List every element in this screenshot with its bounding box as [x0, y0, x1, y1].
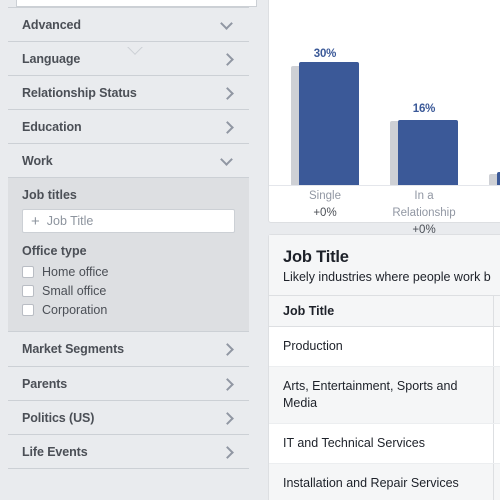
- job-titles-label: Job titles: [22, 188, 77, 202]
- chart-axis-line: [269, 185, 500, 186]
- bar-group-single[interactable]: 30%: [291, 8, 359, 186]
- cell-job-title: Installation and Repair Services: [283, 476, 459, 490]
- job-title-card-subtitle: Likely industries where people work base…: [283, 270, 491, 284]
- checkbox-label: Small office: [42, 283, 107, 298]
- column-header-job-title: Job Title: [283, 304, 335, 318]
- checkbox-label: Corporation: [42, 302, 108, 317]
- column-divider: [493, 296, 494, 326]
- checkbox-corporation[interactable]: [22, 303, 34, 316]
- sidebar-item-label: Relationship Status: [22, 85, 137, 100]
- work-filter-panel: Job titles + Job Title Office type Home …: [8, 177, 249, 332]
- bar-value-label-in-a-relationship: 16%: [412, 103, 436, 115]
- job-title-card-header: Job Title Likely industries where people…: [269, 235, 500, 296]
- table-row[interactable]: Arts, Entertainment, Sports and Media: [269, 367, 500, 424]
- sidebar-item-work[interactable]: Work: [8, 143, 249, 177]
- job-title-input-placeholder: Job Title: [46, 214, 94, 228]
- sidebar-item-relationship-status[interactable]: Relationship Status: [8, 75, 249, 109]
- sidebar-item-label: Work: [22, 153, 53, 168]
- bar-chart: 30% 16%: [269, 8, 500, 186]
- sidebar-item-label: Life Events: [22, 444, 88, 459]
- chevron-right-icon: [221, 342, 235, 356]
- insights-content-column: 30% 16% Single +0% In a Relationship +0%…: [265, 0, 500, 500]
- cell-job-title: IT and Technical Services: [283, 436, 425, 450]
- sidebar-item-parents[interactable]: Parents: [8, 366, 249, 400]
- sidebar-item-label: Education: [22, 119, 82, 134]
- sidebar-item-label: Advanced: [22, 17, 81, 32]
- table-row[interactable]: Installation and Repair Services: [269, 464, 500, 500]
- bar-group-third-clipped[interactable]: [489, 8, 500, 186]
- chevron-right-icon: [221, 86, 235, 100]
- x-axis-delta: +0%: [313, 207, 337, 219]
- sidebar-item-life-events[interactable]: Life Events: [8, 434, 249, 468]
- table-row[interactable]: IT and Technical Services: [269, 424, 500, 464]
- x-axis-category: In a Relationship: [392, 190, 456, 219]
- page-title: Job Title: [283, 248, 349, 266]
- relationship-status-chart-card: 30% 16% Single +0% In a Relationship +0%: [268, 0, 500, 236]
- column-divider: [493, 464, 494, 500]
- chevron-right-icon: [221, 445, 235, 459]
- sidebar-item-language[interactable]: Language: [8, 41, 249, 75]
- filters-sidebar: Advanced Language Relationship Status Ed…: [0, 0, 265, 500]
- table-header-row: Job Title: [269, 296, 500, 327]
- chevron-right-icon: [221, 52, 235, 66]
- checkbox-small-office[interactable]: [22, 284, 34, 297]
- chevron-right-icon: [221, 377, 235, 391]
- checkbox-row-corporation[interactable]: Corporation: [22, 300, 235, 319]
- bar-single[interactable]: [299, 62, 359, 186]
- job-title-table-body: Production Arts, Entertainment, Sports a…: [269, 327, 500, 500]
- column-divider: [493, 424, 494, 463]
- sidebar-item-label: Market Segments: [22, 342, 125, 356]
- checkbox-label: Home office: [42, 264, 109, 279]
- checkbox-row-home-office[interactable]: Home office: [22, 262, 235, 281]
- sidebar-top-panel-stub: [16, 0, 257, 7]
- x-axis-category: Single: [309, 190, 341, 202]
- sidebar-item-market-segments[interactable]: Market Segments: [8, 332, 249, 366]
- x-axis-label-single: Single +0%: [291, 188, 359, 222]
- checkbox-row-small-office[interactable]: Small office: [22, 281, 235, 300]
- job-title-card: Job Title Likely industries where people…: [268, 234, 500, 500]
- cell-job-title: Production: [283, 339, 343, 353]
- chevron-right-icon: [221, 120, 235, 134]
- sidebar-bottom-divider: [8, 468, 249, 469]
- bar-value-label-single: 30%: [313, 48, 337, 60]
- cell-job-title: Arts, Entertainment, Sports and Media: [283, 379, 458, 410]
- table-row[interactable]: Production: [269, 327, 500, 367]
- plus-icon: +: [31, 212, 40, 230]
- sidebar-content: Advanced Language Relationship Status Ed…: [8, 0, 257, 500]
- sidebar-item-label: Politics (US): [22, 410, 95, 425]
- chevron-down-icon: [221, 154, 235, 168]
- bar-group-in-a-relationship[interactable]: 16%: [390, 8, 458, 186]
- checkbox-home-office[interactable]: [22, 265, 34, 278]
- column-divider: [493, 327, 494, 366]
- sidebar-item-label: Parents: [22, 376, 68, 391]
- chevron-down-icon: [221, 18, 235, 32]
- sidebar-item-education[interactable]: Education: [8, 109, 249, 143]
- filter-accordion-list: Advanced Language Relationship Status Ed…: [8, 7, 249, 469]
- sidebar-item-politics-us[interactable]: Politics (US): [8, 400, 249, 434]
- chevron-right-icon: [221, 411, 235, 425]
- column-divider: [493, 367, 494, 423]
- sidebar-item-label: Language: [22, 51, 81, 66]
- job-title-input[interactable]: + Job Title: [22, 209, 235, 233]
- x-axis-label-in-a-relationship: In a Relationship +0%: [382, 188, 466, 239]
- sidebar-gutter: [0, 0, 8, 500]
- ads-audience-insights-screen: Advanced Language Relationship Status Ed…: [0, 0, 500, 500]
- sidebar-item-advanced[interactable]: Advanced: [8, 7, 249, 41]
- bar-in-a-relationship[interactable]: [398, 120, 458, 186]
- office-type-label: Office type: [22, 244, 87, 258]
